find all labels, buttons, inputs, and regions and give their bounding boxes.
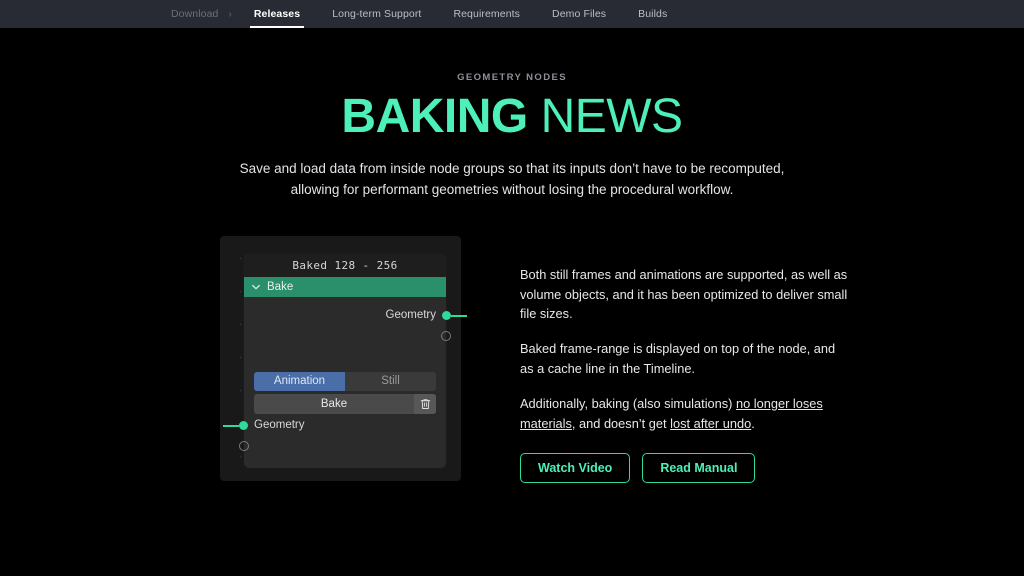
node-frame-label: Baked 128 - 256	[244, 253, 446, 277]
paragraph-1: Both still frames and animations are sup…	[520, 266, 848, 322]
nav-item-demo-files[interactable]: Demo Files	[536, 0, 622, 28]
page-title: BAKING NEWS	[0, 92, 1024, 142]
link-lost-after-undo[interactable]: lost after undo	[670, 416, 751, 431]
input-wire	[223, 424, 239, 427]
nav-item-releases[interactable]: Releases	[238, 0, 316, 28]
nav-item-requirements[interactable]: Requirements	[437, 0, 536, 28]
hero-eyebrow: GEOMETRY NODES	[457, 72, 567, 83]
nav-item-download[interactable]: Download	[155, 0, 223, 28]
bake-mode-toggle-group: Animation Still	[254, 371, 436, 391]
nav-item-long-term-support[interactable]: Long-term Support	[316, 0, 437, 28]
bake-action-bar[interactable]: Bake	[254, 393, 436, 414]
node-output-row-geometry: Geometry	[244, 304, 467, 326]
hero-subtitle-line-1: Save and load data from inside node grou…	[239, 160, 785, 176]
hero-subtitle-line-2: allowing for performant geometries witho…	[290, 181, 734, 197]
node-editor-panel: Baked 128 - 256 Bake Geometry Animation …	[220, 235, 467, 481]
node-output-row-extra	[244, 326, 451, 348]
trash-icon-glyph	[420, 398, 430, 409]
trash-icon[interactable]	[414, 393, 436, 414]
top-navigation-bar: Download › Releases Long-term Support Re…	[0, 0, 1024, 28]
node-input-label: Geometry	[254, 418, 305, 431]
node-spacer	[244, 348, 446, 372]
bake-button-label: Bake	[320, 397, 348, 410]
watch-video-button[interactable]: Watch Video	[520, 452, 631, 484]
paragraph-2: Baked frame-range is displayed on top of…	[520, 341, 836, 377]
action-button-row: Watch Video Read Manual	[520, 452, 850, 484]
node-input-row-geometry: Geometry	[223, 414, 446, 436]
node-header-title: Bake	[267, 280, 294, 293]
chevron-down-icon[interactable]	[251, 282, 261, 292]
paragraph-3: Additionally, baking (also simulations) …	[520, 394, 850, 434]
toggle-still[interactable]: Still	[345, 371, 436, 391]
output-wire	[451, 314, 467, 317]
input-socket-empty[interactable]	[239, 440, 249, 451]
node-input-row-extra	[239, 436, 446, 458]
read-manual-button[interactable]: Read Manual	[642, 452, 756, 484]
node-body: Geometry Animation Still Bake Geometry	[223, 297, 467, 468]
toggle-animation[interactable]: Animation	[254, 371, 345, 391]
breadcrumb-separator-icon: ›	[228, 8, 232, 20]
hero-subtitle: Save and load data from inside node grou…	[0, 159, 1024, 201]
paragraph-3-post: .	[751, 415, 755, 431]
feature-description: Both still frames and animations are sup…	[520, 236, 850, 484]
nav-list: Download › Releases Long-term Support Re…	[155, 0, 683, 28]
bake-node[interactable]: Baked 128 - 256 Bake Geometry Animation …	[223, 253, 467, 468]
content-section: Baked 128 - 256 Bake Geometry Animation …	[0, 235, 1024, 484]
node-output-label: Geometry	[385, 308, 437, 321]
paragraph-3-mid: , and doesn’t get	[571, 415, 671, 431]
node-header[interactable]: Bake	[244, 276, 446, 297]
input-socket-geometry[interactable]	[239, 420, 248, 430]
paragraph-3-pre: Additionally, baking (also simulations)	[520, 395, 736, 411]
title-word-news: NEWS	[527, 90, 684, 143]
output-socket-empty[interactable]	[441, 330, 451, 341]
nav-item-builds[interactable]: Builds	[622, 0, 683, 28]
output-socket-geometry[interactable]	[442, 310, 451, 320]
hero-section: GEOMETRY NODES BAKING NEWS Save and load…	[0, 28, 1024, 201]
title-word-baking: BAKING	[341, 90, 528, 143]
